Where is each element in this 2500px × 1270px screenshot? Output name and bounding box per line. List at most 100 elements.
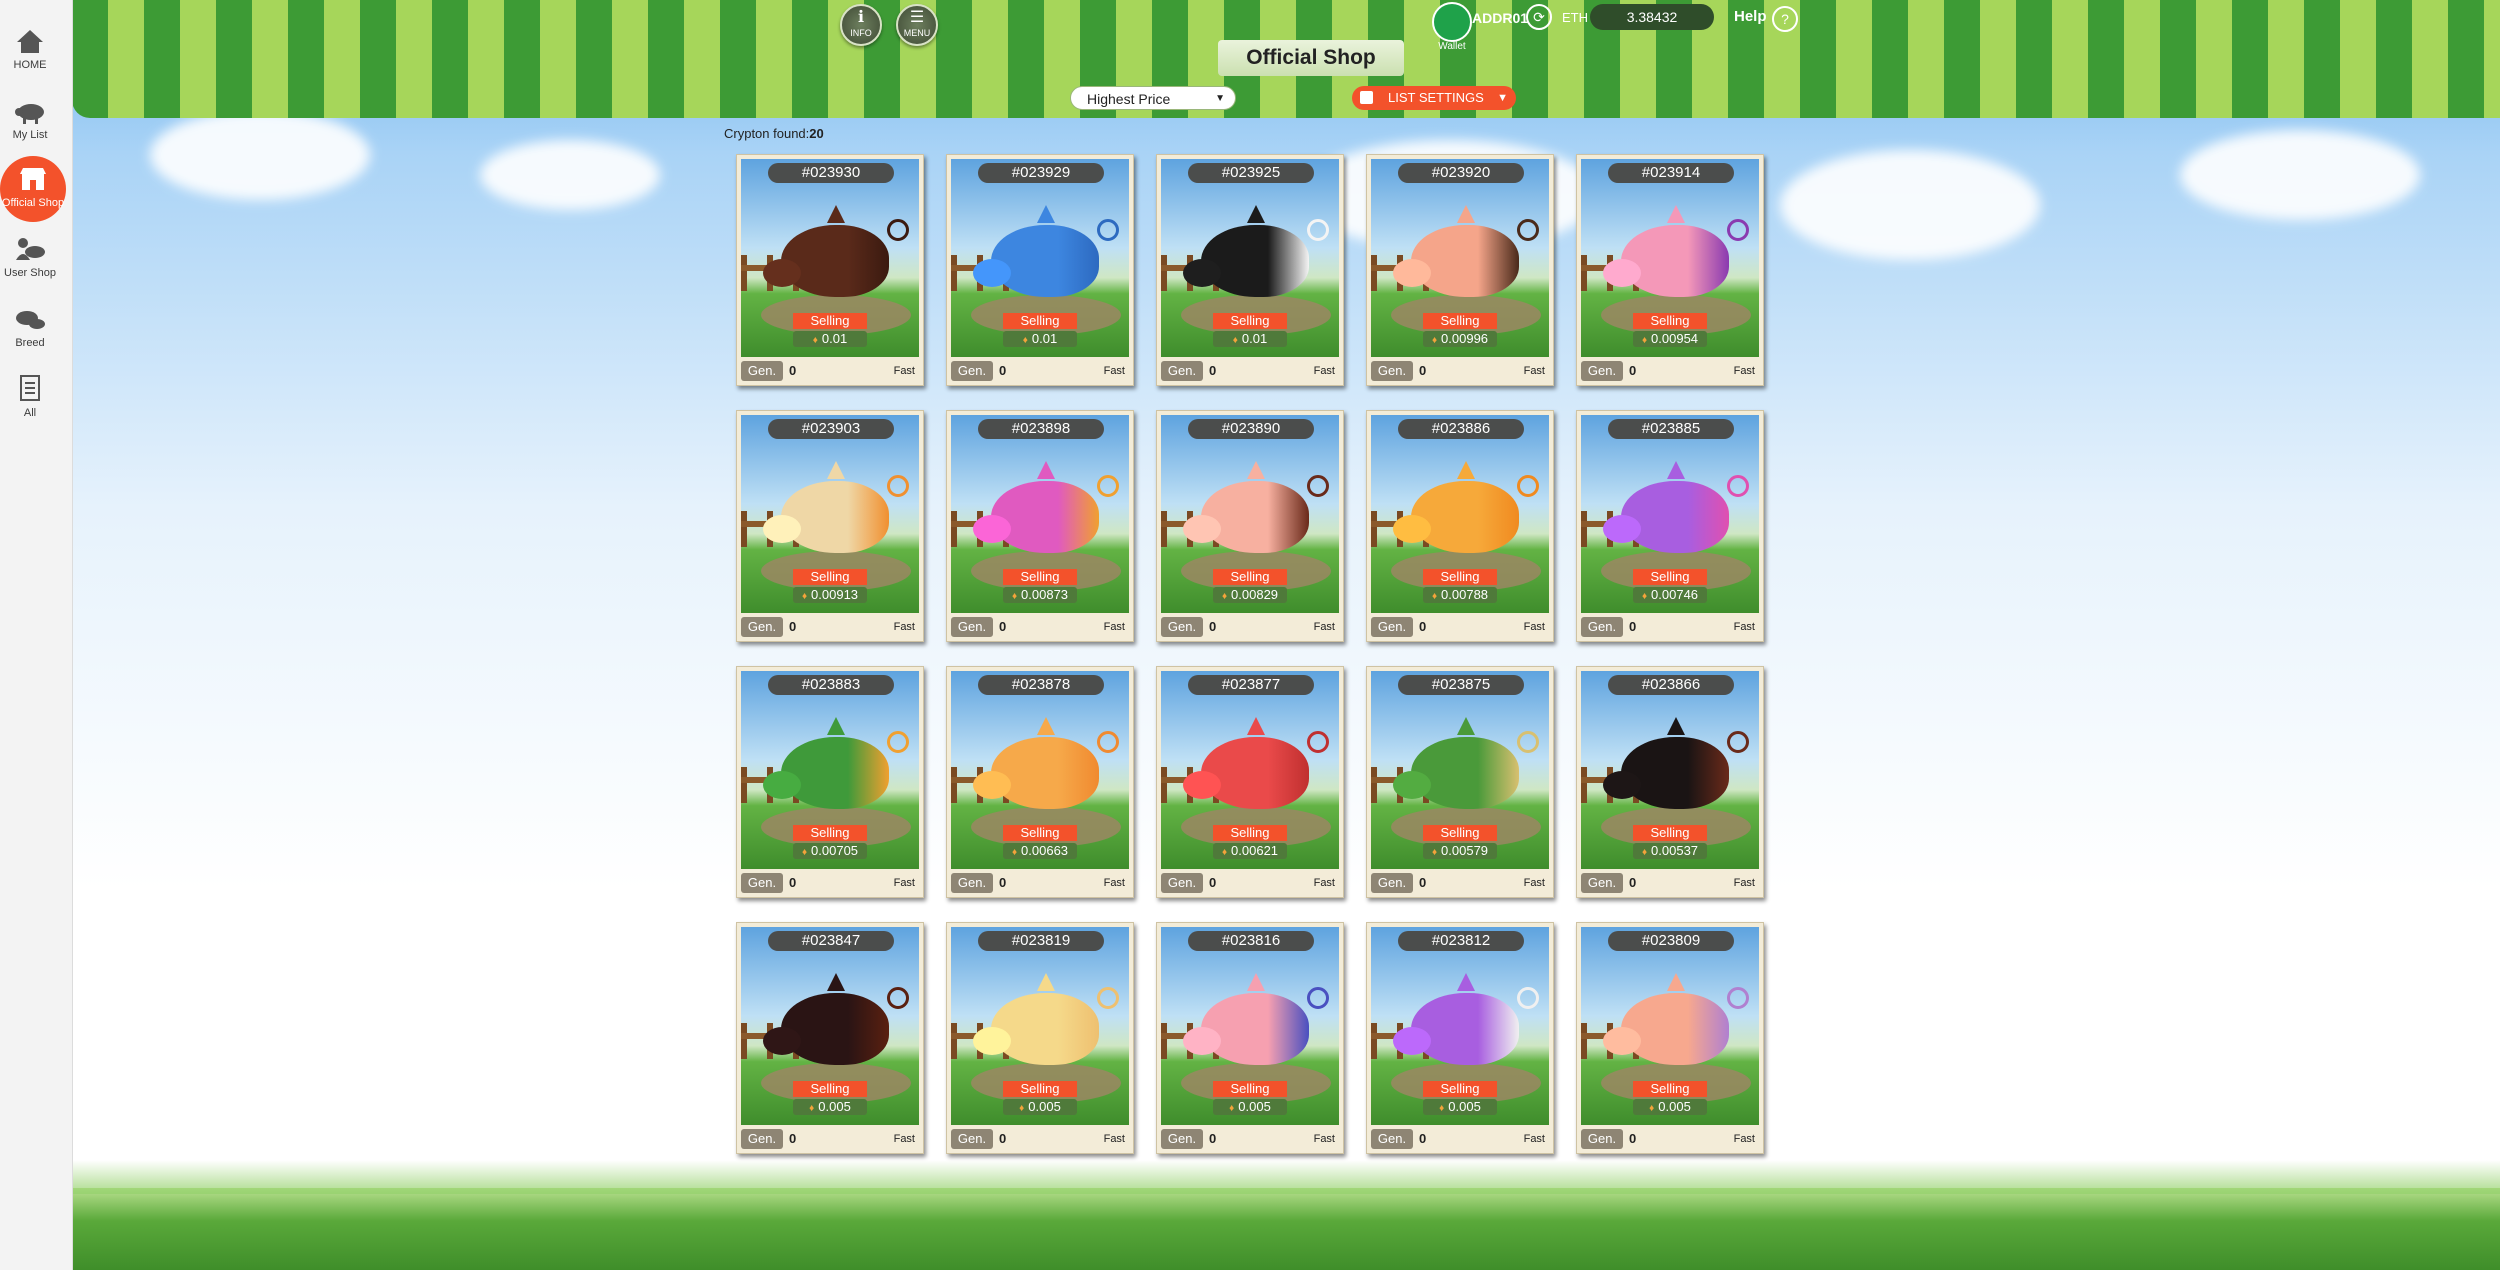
pig-tail [1727, 219, 1749, 241]
gen-button[interactable]: Gen. [1371, 361, 1413, 381]
gen-button[interactable]: Gen. [1581, 617, 1623, 637]
list-settings-button[interactable]: LIST SETTINGS ▼ [1352, 86, 1516, 110]
pig-ear [1457, 461, 1475, 479]
pig-body [991, 993, 1099, 1065]
status-badge: Selling [1633, 1081, 1707, 1097]
pig-snout [1393, 515, 1431, 543]
price-tag: ♦ 0.00913 [793, 587, 867, 603]
crypton-card[interactable]: #023809 Selling ♦ 0.005 Gen. 0 Fast [1576, 922, 1764, 1154]
crypton-card[interactable]: #023929 Selling ♦ 0.01 Gen. 0 Fast [946, 154, 1134, 386]
gen-button[interactable]: Gen. [1581, 873, 1623, 893]
crypton-card[interactable]: #023875 Selling ♦ 0.00579 Gen. 0 Fast [1366, 666, 1554, 898]
pig-ear [1037, 205, 1055, 223]
price-value: 0.005 [1448, 1099, 1481, 1114]
crypton-id: #023885 [1608, 419, 1734, 439]
gen-button[interactable]: Gen. [741, 1129, 783, 1149]
price-value: 0.00663 [1021, 843, 1069, 858]
price-tag: ♦ 0.00829 [1213, 587, 1287, 603]
gen-button[interactable]: Gen. [951, 361, 993, 381]
crypton-card[interactable]: #023883 Selling ♦ 0.00705 Gen. 0 Fast [736, 666, 924, 898]
speed-label: Fast [1103, 621, 1125, 633]
crypton-id: #023877 [1188, 675, 1314, 695]
crypton-card[interactable]: #023914 Selling ♦ 0.00954 Gen. 0 Fast [1576, 154, 1764, 386]
speed-label: Fast [1103, 365, 1125, 377]
help-icon[interactable]: ? [1772, 6, 1798, 32]
help-link[interactable]: Help [1734, 8, 1767, 25]
price-tag: ♦ 0.00788 [1423, 587, 1497, 603]
price-value: 0.00829 [1231, 587, 1279, 602]
crypton-card[interactable]: #023925 Selling ♦ 0.01 Gen. 0 Fast [1156, 154, 1344, 386]
pig-ear [1667, 461, 1685, 479]
crypton-card[interactable]: #023930 Selling ♦ 0.01 Gen. 0 Fast [736, 154, 924, 386]
eth-flame-icon: ♦ [1431, 335, 1438, 346]
sidebar-item-breed[interactable]: Breed [0, 304, 60, 349]
price-tag: ♦ 0.00746 [1633, 587, 1707, 603]
crypton-card[interactable]: #023816 Selling ♦ 0.005 Gen. 0 Fast [1156, 922, 1344, 1154]
crypton-card[interactable]: #023885 Selling ♦ 0.00746 Gen. 0 Fast [1576, 410, 1764, 642]
sidebar-item-my-list[interactable]: My List [0, 96, 60, 141]
pig-body [1201, 737, 1309, 809]
sidebar-item-all[interactable]: All [0, 374, 60, 419]
crypton-card[interactable]: #023812 Selling ♦ 0.005 Gen. 0 Fast [1366, 922, 1554, 1154]
pig-body [781, 993, 889, 1065]
cloud-decoration [1780, 150, 2040, 260]
home-icon [17, 30, 43, 53]
crypton-card[interactable]: #023903 Selling ♦ 0.00913 Gen. 0 Fast [736, 410, 924, 642]
gen-button[interactable]: Gen. [1161, 873, 1203, 893]
gen-button[interactable]: Gen. [1161, 361, 1203, 381]
gen-button[interactable]: Gen. [951, 1129, 993, 1149]
gen-button[interactable]: Gen. [1581, 361, 1623, 381]
info-button[interactable]: ℹ INFO [840, 4, 882, 46]
sidebar-item-label: All [23, 407, 37, 419]
speed-label: Fast [1523, 621, 1545, 633]
crypton-card[interactable]: #023877 Selling ♦ 0.00621 Gen. 0 Fast [1156, 666, 1344, 898]
gen-button[interactable]: Gen. [1161, 1129, 1203, 1149]
pig-snout [1183, 259, 1221, 287]
crypton-card[interactable]: #023878 Selling ♦ 0.00663 Gen. 0 Fast [946, 666, 1134, 898]
gen-button[interactable]: Gen. [951, 873, 993, 893]
sidebar-item-home[interactable]: HOME [0, 26, 60, 71]
gen-button[interactable]: Gen. [1161, 617, 1203, 637]
gen-value: 0 [999, 619, 1007, 634]
price-value: 0.00746 [1651, 587, 1699, 602]
pig-icon [15, 104, 44, 124]
list-settings-checkbox[interactable] [1360, 91, 1373, 104]
crypton-card[interactable]: #023890 Selling ♦ 0.00829 Gen. 0 Fast [1156, 410, 1344, 642]
sidebar-item-user-shop[interactable]: User Shop [0, 234, 60, 279]
wallet-icon[interactable]: Wallet [1432, 2, 1472, 52]
gen-button[interactable]: Gen. [1371, 1129, 1413, 1149]
gen-button[interactable]: Gen. [951, 617, 993, 637]
gen-button[interactable]: Gen. [1581, 1129, 1623, 1149]
price-tag: ♦ 0.00705 [793, 843, 867, 859]
crypton-card[interactable]: #023819 Selling ♦ 0.005 Gen. 0 Fast [946, 922, 1134, 1154]
menu-button[interactable]: ☰ MENU [896, 4, 938, 46]
pig-body [1411, 481, 1519, 553]
crypton-id: #023925 [1188, 163, 1314, 183]
crypton-card[interactable]: #023847 Selling ♦ 0.005 Gen. 0 Fast [736, 922, 924, 1154]
sidebar-item-label: HOME [13, 59, 47, 71]
gen-button[interactable]: Gen. [741, 873, 783, 893]
gen-button[interactable]: Gen. [1371, 617, 1413, 637]
pig-ear [827, 717, 845, 735]
speed-label: Fast [1103, 877, 1125, 889]
crypton-card[interactable]: #023866 Selling ♦ 0.00537 Gen. 0 Fast [1576, 666, 1764, 898]
speed-label: Fast [893, 365, 915, 377]
pig-snout [1603, 259, 1641, 287]
pig-body [1411, 993, 1519, 1065]
sidebar-item-official-shop[interactable]: Official Shop [0, 156, 66, 222]
pig-snout [1603, 1027, 1641, 1055]
gen-value: 0 [1209, 875, 1217, 890]
pig-tail [1727, 475, 1749, 497]
refresh-icon[interactable]: ⟳ [1526, 4, 1552, 30]
pig-snout [1393, 771, 1431, 799]
gen-button[interactable]: Gen. [1371, 873, 1413, 893]
crypton-card[interactable]: #023920 Selling ♦ 0.00996 Gen. 0 Fast [1366, 154, 1554, 386]
gen-button[interactable]: Gen. [741, 361, 783, 381]
crypton-card[interactable]: #023898 Selling ♦ 0.00873 Gen. 0 Fast [946, 410, 1134, 642]
gen-button[interactable]: Gen. [741, 617, 783, 637]
pig-body [1201, 225, 1309, 297]
sort-dropdown[interactable]: Highest Price ▼ [1070, 86, 1236, 110]
eth-flame-icon: ♦ [812, 335, 818, 346]
crypton-card[interactable]: #023886 Selling ♦ 0.00788 Gen. 0 Fast [1366, 410, 1554, 642]
pig-body [1621, 481, 1729, 553]
